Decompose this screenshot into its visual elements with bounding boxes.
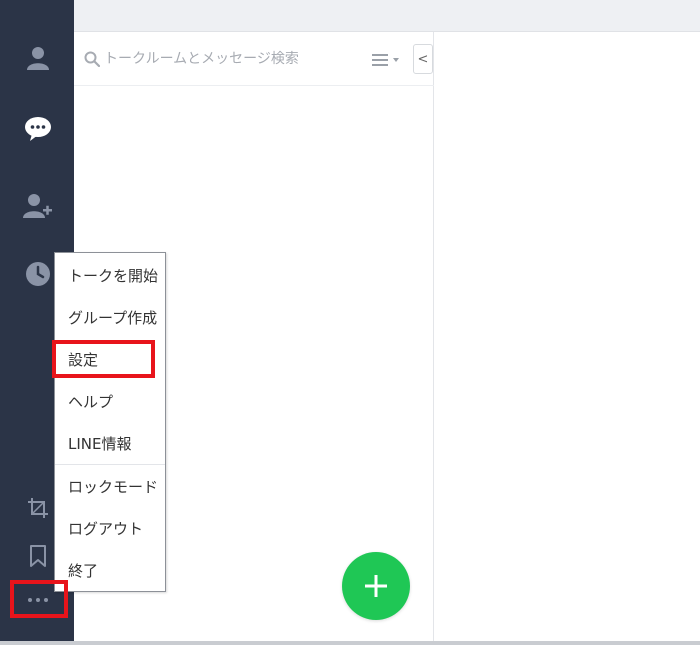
chat-bubble-icon[interactable] [22,113,54,145]
clock-icon[interactable] [22,258,54,290]
window-bottom-border [0,641,700,645]
more-icon[interactable] [22,584,54,616]
menu-separator [55,464,165,465]
menu-item-lock-mode[interactable]: ロックモード [55,466,165,506]
menu-item-exit[interactable]: 終了 [55,550,165,590]
search-icon [84,51,101,71]
add-friend-icon[interactable] [22,190,54,222]
detail-pane [435,32,700,641]
crop-icon[interactable] [22,492,54,524]
search-input[interactable] [104,46,384,72]
person-icon[interactable] [22,42,54,74]
menu-item-logout[interactable]: ログアウト [55,508,165,548]
plus-icon [365,575,387,597]
menu-item-line-info[interactable]: LINE情報 [55,423,165,463]
list-menu-button[interactable] [372,50,404,70]
menu-item-help[interactable]: ヘルプ [55,381,165,421]
new-talk-fab-button[interactable] [342,552,410,620]
bookmark-icon[interactable] [22,540,54,572]
search-bar: < [74,32,434,86]
menu-item-settings[interactable]: 設定 [55,339,165,379]
more-context-menu: トークを開始 グループ作成 設定 ヘルプ LINE情報 ロックモード ログアウト… [54,252,166,592]
menu-item-create-group[interactable]: グループ作成 [55,297,165,337]
menu-item-start-talk[interactable]: トークを開始 [55,255,165,295]
top-bar [74,0,700,32]
collapse-panel-button[interactable]: < [413,44,433,74]
